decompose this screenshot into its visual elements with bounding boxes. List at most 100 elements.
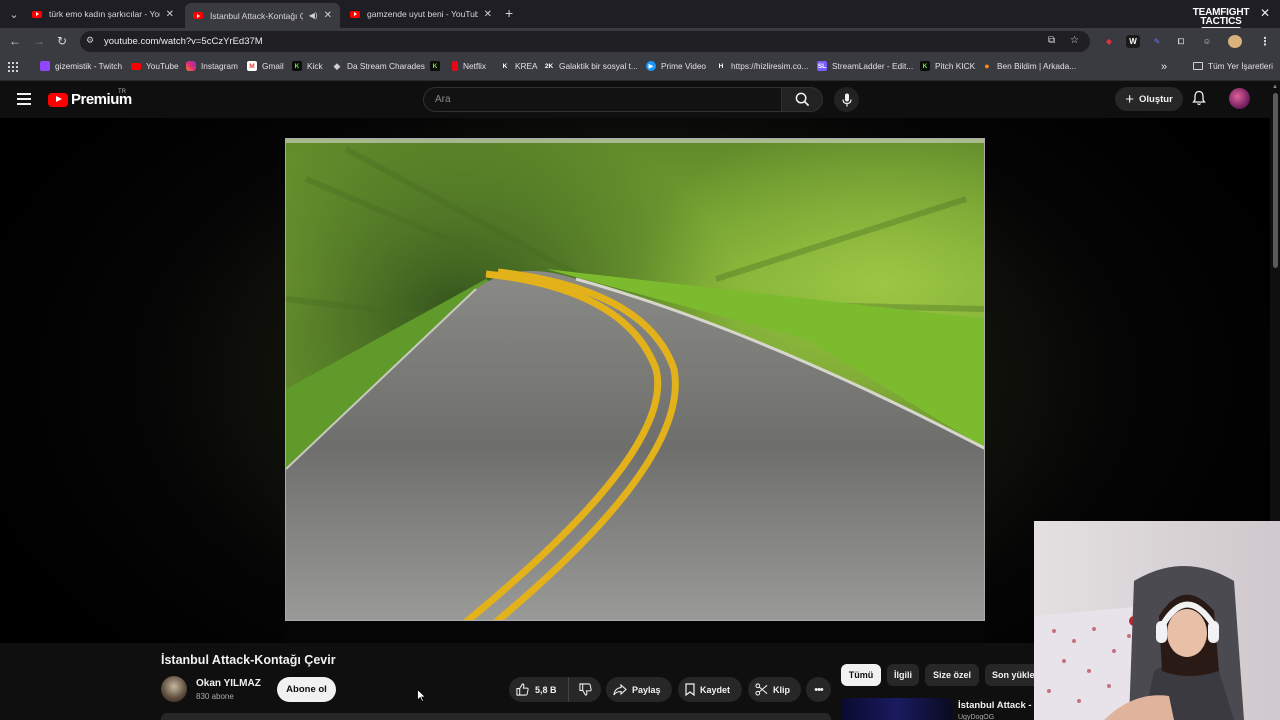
more-bookmarks-chevron-icon[interactable]: » bbox=[1161, 61, 1167, 73]
bookmark-kick-2[interactable]: K bbox=[430, 61, 445, 71]
benbildim-icon: ● bbox=[984, 61, 990, 71]
bookmark-instagram[interactable]: Instagram bbox=[186, 61, 238, 71]
bookmark-netflix[interactable]: Netflix bbox=[452, 61, 486, 71]
kick-icon: K bbox=[920, 61, 930, 71]
bookmark-label: Galaktik bir sosyal t... bbox=[559, 61, 638, 71]
bookmark-label: Da Stream Charades bbox=[347, 61, 425, 71]
mouse-cursor-icon bbox=[417, 689, 426, 702]
tab-istanbul-attack[interactable]: İstanbul Attack-Kontağı Çevir ◀) ✕ bbox=[185, 3, 340, 28]
reload-icon[interactable]: ↻ bbox=[57, 34, 67, 48]
extension-pen-icon[interactable]: ✎ bbox=[1150, 35, 1164, 48]
description-box[interactable] bbox=[161, 713, 831, 720]
speaker-icon[interactable]: ◀) bbox=[309, 11, 318, 20]
bookmark-kick[interactable]: K Kick bbox=[292, 61, 323, 71]
bookmark-label: Kick bbox=[307, 61, 323, 71]
tab-title: türk emo kadın şarkıcılar - YouT bbox=[49, 9, 160, 19]
channel-avatar[interactable] bbox=[161, 676, 187, 702]
bookmark-youtube[interactable]: YouTube bbox=[131, 61, 179, 71]
new-tab-icon[interactable]: + bbox=[505, 5, 513, 21]
bookmark-stream-charades[interactable]: ◆ Da Stream Charades bbox=[332, 60, 425, 72]
window-close-icon[interactable]: ✕ bbox=[1260, 6, 1270, 20]
bookmark-label: Prime Video bbox=[661, 61, 707, 71]
bookmark-label: Instagram bbox=[201, 61, 238, 71]
install-app-icon[interactable]: ⧉ bbox=[1048, 35, 1055, 46]
youtube-favicon-icon bbox=[32, 10, 42, 18]
scrollbar-thumb[interactable] bbox=[1273, 93, 1278, 268]
site-info-icon[interactable]: ⚙ bbox=[86, 35, 98, 47]
puzzle-icon: ◆ bbox=[333, 60, 341, 71]
like-dislike-group: 5,8 B bbox=[509, 677, 601, 702]
video-frame[interactable] bbox=[285, 138, 985, 621]
channel-name[interactable]: Okan YILMAZ bbox=[196, 678, 261, 689]
chip-for-you[interactable]: Size özel bbox=[925, 664, 979, 686]
thumbs-up-icon bbox=[516, 683, 529, 696]
bookmark-label: Tüm Yer İşaretleri bbox=[1208, 61, 1274, 71]
profile-avatar-icon[interactable] bbox=[1228, 35, 1242, 48]
region-code: TR bbox=[118, 89, 126, 95]
search-input[interactable]: Ara bbox=[423, 87, 782, 112]
tab-title: gamzende uyut beni - YouTube bbox=[367, 9, 478, 19]
streamladder-icon: SL bbox=[817, 61, 827, 71]
tab-close-icon[interactable]: ✕ bbox=[318, 10, 332, 21]
search-placeholder: Ara bbox=[435, 94, 451, 105]
save-button[interactable]: Kaydet bbox=[678, 677, 742, 702]
subscribe-button[interactable]: Abone ol bbox=[277, 677, 336, 702]
recommended-video-thumbnail[interactable] bbox=[841, 698, 953, 720]
account-avatar[interactable] bbox=[1229, 88, 1250, 109]
clip-button[interactable]: Klip bbox=[748, 677, 801, 702]
create-button[interactable]: + Oluştur bbox=[1115, 87, 1183, 111]
browser-menu-icon[interactable]: ⋮ bbox=[1258, 35, 1272, 48]
share-button[interactable]: Paylaş bbox=[606, 677, 672, 702]
address-bar[interactable]: ⚙ youtube.com/watch?v=5cCzYrEd37M ⧉ ☆ bbox=[80, 31, 1090, 52]
bookmark-krea[interactable]: K KREA bbox=[500, 61, 538, 71]
share-arrow-icon bbox=[613, 683, 627, 695]
bookmark-star-icon[interactable]: ☆ bbox=[1070, 35, 1079, 46]
back-arrow-icon[interactable]: ← bbox=[9, 34, 21, 48]
prime-video-icon: ▶ bbox=[646, 61, 656, 71]
bookmark-galaktik[interactable]: 2K Galaktik bir sosyal t... bbox=[544, 61, 638, 71]
bookmark-label: gizemistik - Twitch bbox=[55, 61, 123, 71]
bookmark-label: https://hizliresim.co... bbox=[731, 61, 809, 71]
profile-group-icon[interactable]: ☺ bbox=[1200, 35, 1214, 48]
bookmark-pitch-kick[interactable]: K Pitch KICK bbox=[920, 61, 975, 71]
clip-label: Klip bbox=[773, 684, 790, 695]
bookmark-prime-video[interactable]: ▶ Prime Video bbox=[646, 61, 706, 71]
hizliresim-icon: H bbox=[718, 62, 724, 70]
bookmark-hizliresim[interactable]: Hhttps://hizliresim.co... bbox=[716, 61, 809, 71]
bookmark-gmail[interactable]: M Gmail bbox=[247, 61, 284, 71]
bookmark-twitch[interactable]: gizemistik - Twitch bbox=[40, 61, 122, 71]
dislike-button[interactable] bbox=[569, 683, 601, 696]
scroll-up-icon[interactable]: ▲ bbox=[1272, 84, 1278, 90]
recommended-video-title[interactable]: İstanbul Attack - E bbox=[958, 700, 1038, 711]
thumbs-down-icon bbox=[578, 683, 592, 696]
bookmark-streamladder[interactable]: SL StreamLadder - Edit... bbox=[817, 61, 913, 71]
extension-w-icon[interactable]: W bbox=[1126, 35, 1140, 48]
notifications-bell-icon[interactable] bbox=[1192, 90, 1206, 111]
webcam-image bbox=[1034, 521, 1280, 720]
chip-all[interactable]: Tümü bbox=[841, 664, 881, 686]
player-bottom-bar bbox=[285, 621, 985, 643]
extension-red-icon[interactable]: ◆ bbox=[1102, 35, 1116, 48]
bookmark-label: Pitch KICK bbox=[935, 61, 976, 71]
browser-toolbar: ← → ↻ ⚙ youtube.com/watch?v=5cCzYrEd37M … bbox=[0, 28, 1280, 55]
search-button[interactable] bbox=[781, 87, 823, 112]
chip-related[interactable]: İlgili bbox=[887, 664, 919, 686]
voice-search-button[interactable] bbox=[834, 87, 859, 112]
extensions-puzzle-icon[interactable]: ⧠ bbox=[1174, 35, 1188, 48]
all-bookmarks-folder[interactable]: Tüm Yer İşaretleri bbox=[1193, 61, 1273, 71]
tab-emo-singers[interactable]: türk emo kadın şarkıcılar - YouT ✕ bbox=[24, 3, 182, 25]
youtube-play-logo-icon bbox=[48, 92, 68, 107]
apps-grid-icon[interactable] bbox=[8, 62, 18, 72]
url-text[interactable]: youtube.com/watch?v=5cCzYrEd37M bbox=[104, 36, 263, 47]
menu-hamburger-icon[interactable] bbox=[17, 93, 31, 105]
scissors-icon bbox=[755, 683, 768, 696]
tab-close-icon[interactable]: ✕ bbox=[478, 9, 492, 20]
bookmark-ben-bildim[interactable]: ● Ben Bildim | Arkada... bbox=[982, 61, 1076, 71]
more-actions-icon[interactable]: ••• bbox=[806, 677, 831, 702]
tab-close-icon[interactable]: ✕ bbox=[160, 9, 174, 20]
tab-search-button[interactable]: ⌄ bbox=[4, 4, 24, 24]
forward-arrow-icon[interactable]: → bbox=[33, 34, 45, 48]
folder-icon bbox=[1193, 62, 1203, 70]
tab-gamzende[interactable]: gamzende uyut beni - YouTube ✕ bbox=[342, 3, 500, 25]
like-button[interactable]: 5,8 B bbox=[509, 677, 569, 702]
